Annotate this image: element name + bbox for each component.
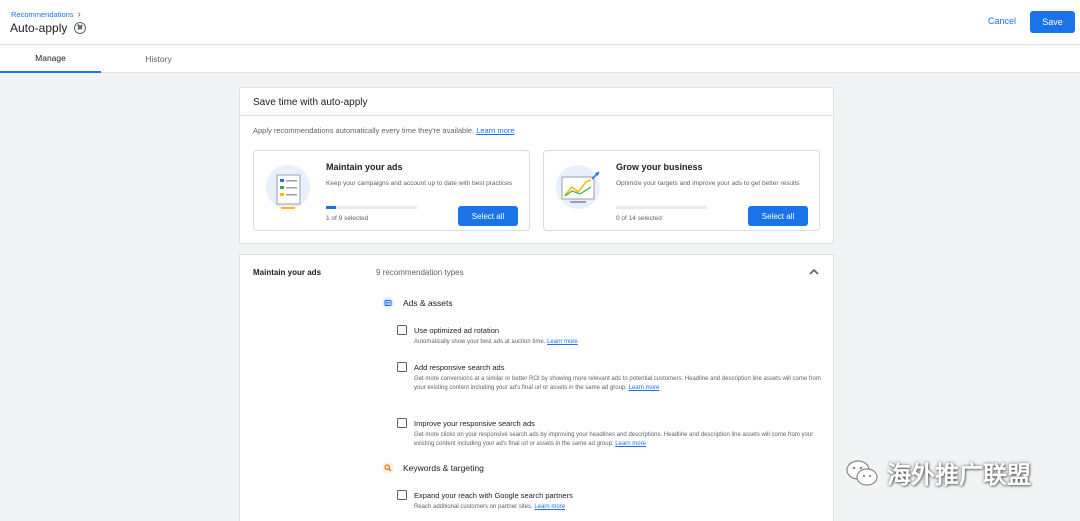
learn-more-link[interactable]: Learn more	[476, 126, 514, 135]
learn-more-link[interactable]: Learn more	[547, 339, 578, 345]
section-label: Maintain your ads	[253, 268, 322, 277]
group-ads-assets: Ads & assets	[382, 297, 453, 309]
auto-apply-card: Save time with auto-apply Apply recommen…	[239, 87, 834, 244]
group-title: Ads & assets	[403, 298, 453, 308]
rec-description-text: Get more clicks on your responsive searc…	[414, 432, 814, 447]
option-description: Optimize your targets and improve your a…	[616, 180, 800, 187]
growth-chart-illustration-icon	[556, 165, 600, 209]
recommendation-count: 9 recommendation types	[376, 268, 464, 277]
checklist-illustration-icon	[266, 165, 310, 209]
grow-business-option: Grow your business Optimize your targets…	[543, 150, 820, 231]
card-intro-text: Apply recommendations automatically ever…	[253, 126, 475, 135]
page-title-text: Auto-apply	[10, 21, 68, 35]
learn-more-link[interactable]: Learn more	[629, 385, 660, 391]
search-icon	[382, 462, 394, 474]
card-title: Save time with auto-apply	[240, 88, 833, 116]
rec-description: Reach additional customers on partner si…	[414, 503, 822, 512]
card-intro: Apply recommendations automatically ever…	[253, 126, 515, 135]
chevron-up-icon[interactable]	[808, 267, 820, 277]
tab-manage[interactable]: Manage	[0, 45, 101, 73]
cancel-button[interactable]: Cancel	[988, 16, 1016, 26]
save-button[interactable]: Save	[1030, 11, 1075, 33]
top-bar: Recommendations › Auto-apply Cancel Save	[0, 0, 1080, 45]
rec-description-text: Automatically show your best ads at auct…	[414, 339, 546, 345]
rec-description-text: Get more conversions at a similar or bet…	[414, 376, 821, 391]
group-title: Keywords & targeting	[403, 463, 484, 473]
selected-count: 1 of 9 selected	[326, 215, 369, 222]
rec-title: Expand your reach with Google search par…	[414, 491, 573, 500]
maintain-ads-option: Maintain your ads Keep your campaigns an…	[253, 150, 530, 231]
breadcrumb-link[interactable]: Recommendations	[11, 10, 74, 19]
rec-title: Add responsive search ads	[414, 363, 505, 372]
selected-count: 0 of 14 selected	[616, 215, 662, 222]
checkbox[interactable]	[397, 325, 407, 335]
watermark-text: 海外推广联盟	[887, 461, 1031, 489]
option-title: Grow your business	[616, 162, 703, 172]
select-all-button[interactable]: Select all	[458, 206, 518, 226]
checkbox[interactable]	[397, 490, 407, 500]
rec-description: Get more clicks on your responsive searc…	[414, 431, 822, 449]
ads-assets-icon	[382, 297, 394, 309]
progress-fill	[326, 206, 336, 209]
select-all-button[interactable]: Select all	[748, 206, 808, 226]
maintain-ads-section: Maintain your ads 9 recommendation types…	[239, 254, 834, 521]
wechat-logo-icon	[846, 459, 878, 486]
rec-description-text: Reach additional customers on partner si…	[414, 504, 533, 510]
option-description: Keep your campaigns and account up to da…	[326, 180, 513, 187]
checkbox[interactable]	[397, 418, 407, 428]
progress-bar	[326, 206, 417, 209]
page-title: Auto-apply	[10, 21, 87, 35]
learn-more-link[interactable]: Learn more	[615, 441, 646, 447]
rec-description: Automatically show your best ads at auct…	[414, 338, 822, 347]
close-circle-icon[interactable]	[74, 22, 87, 34]
checkbox[interactable]	[397, 362, 407, 372]
rec-title: Improve your responsive search ads	[414, 419, 535, 428]
breadcrumb[interactable]: Recommendations ›	[11, 9, 81, 20]
tab-bar: Manage History	[0, 45, 1080, 73]
progress-bar	[616, 206, 707, 209]
rec-title: Use optimized ad rotation	[414, 326, 500, 335]
watermark: 海外推广联盟	[845, 455, 1031, 490]
tab-history[interactable]: History	[108, 45, 209, 73]
learn-more-link[interactable]: Learn more	[534, 504, 565, 510]
rec-description: Get more conversions at a similar or bet…	[414, 375, 822, 393]
chevron-right-icon: ›	[77, 9, 81, 20]
group-keywords-targeting: Keywords & targeting	[382, 462, 484, 474]
option-title: Maintain your ads	[326, 162, 403, 172]
